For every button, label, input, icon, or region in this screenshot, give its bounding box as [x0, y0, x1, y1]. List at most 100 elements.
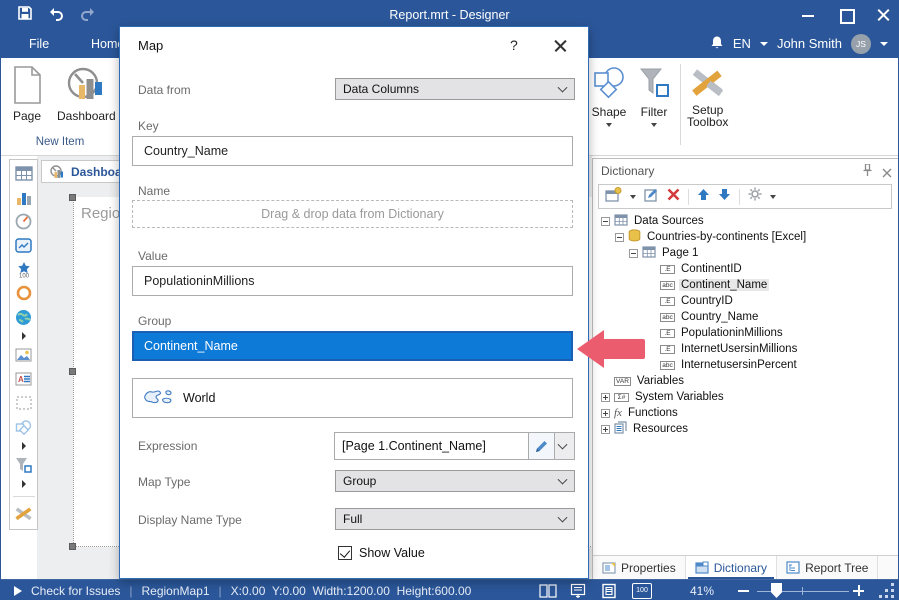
- expression-dropdown-button[interactable]: [554, 433, 574, 459]
- progress-element-icon[interactable]: [14, 284, 34, 302]
- settings-gear-icon[interactable]: [748, 187, 762, 206]
- filter-button[interactable]: Filter: [637, 65, 671, 127]
- expression-edit-button[interactable]: [528, 433, 554, 459]
- chart-element-icon[interactable]: [14, 188, 34, 206]
- delete-icon[interactable]: [667, 188, 680, 206]
- zoom-in-button[interactable]: [853, 585, 864, 596]
- indicator-element-icon[interactable]: [14, 236, 34, 254]
- numeric-field-icon: .E: [660, 329, 675, 338]
- new-item-icon[interactable]: [605, 187, 622, 207]
- user-name[interactable]: John Smith: [777, 36, 842, 51]
- tab-file[interactable]: File: [15, 29, 63, 58]
- shape-element-icon[interactable]: [14, 418, 34, 436]
- shape-button[interactable]: Shape: [591, 65, 627, 127]
- tree-item-resources[interactable]: Resources: [597, 421, 895, 437]
- setup-toolbox-icon[interactable]: [14, 505, 34, 523]
- show-value-checkbox-row[interactable]: Show Value: [338, 546, 425, 560]
- map-style-button[interactable]: World: [132, 378, 573, 418]
- new-item-caret-icon[interactable]: [630, 195, 636, 199]
- group-label: Group: [138, 314, 171, 328]
- page-view-icon[interactable]: [601, 583, 619, 599]
- filter-more-caret-icon[interactable]: [14, 480, 34, 488]
- collapse-icon[interactable]: [629, 249, 638, 258]
- selection-handle[interactable]: [69, 368, 76, 375]
- expression-value[interactable]: [Page 1.Continent_Name]: [335, 433, 528, 459]
- gauge-element-icon[interactable]: [14, 212, 34, 230]
- table-icon: [642, 246, 656, 261]
- tree-item-data-sources[interactable]: Data Sources: [597, 213, 895, 229]
- filter-element-icon[interactable]: [14, 456, 34, 474]
- kpi-element-icon[interactable]: 100: [14, 260, 34, 278]
- new-dashboard-button[interactable]: Dashboard: [57, 65, 116, 123]
- pin-icon[interactable]: [863, 164, 872, 179]
- value-input[interactable]: [132, 266, 573, 296]
- zoom-slider-thumb[interactable]: [771, 583, 782, 598]
- user-menu-caret-icon[interactable]: [880, 42, 888, 46]
- page-delimiters-icon[interactable]: [539, 583, 557, 599]
- dictionary-panel: Dictionary Data Sources: [592, 158, 899, 579]
- map-element-icon[interactable]: [14, 308, 34, 326]
- zoom-slider-track[interactable]: [757, 591, 849, 593]
- check-issues-play-icon[interactable]: [14, 586, 22, 596]
- settings-caret-icon[interactable]: [770, 195, 776, 199]
- resources-icon: [614, 421, 627, 437]
- text-element-icon[interactable]: A: [14, 370, 34, 388]
- minimize-button[interactable]: [801, 8, 815, 22]
- expand-icon[interactable]: [601, 425, 610, 434]
- shape-more-caret-icon[interactable]: [14, 442, 34, 450]
- table-element-icon[interactable]: [14, 164, 34, 182]
- selection-handle[interactable]: [69, 543, 76, 550]
- collapse-icon[interactable]: [615, 233, 624, 242]
- collapse-icon[interactable]: [601, 217, 610, 226]
- language-selector[interactable]: EN: [733, 36, 751, 51]
- string-field-icon: abc: [660, 361, 675, 370]
- display-name-type-select[interactable]: Full: [335, 508, 575, 530]
- expression-field[interactable]: [Page 1.Continent_Name]: [334, 432, 575, 460]
- notifications-bell-icon[interactable]: [710, 35, 724, 53]
- continuous-view-icon[interactable]: [570, 583, 588, 599]
- tab-properties[interactable]: Properties: [593, 556, 686, 579]
- resize-grip[interactable]: [880, 584, 894, 598]
- image-element-icon[interactable]: [14, 346, 34, 364]
- tab-dictionary[interactable]: Dictionary: [686, 556, 777, 579]
- edit-icon[interactable]: [644, 187, 659, 207]
- dialog-help-button[interactable]: ?: [510, 37, 518, 53]
- tree-item-variables[interactable]: VAR Variables: [597, 373, 895, 389]
- more-elements-caret-icon[interactable]: [14, 332, 34, 340]
- expand-icon[interactable]: [601, 393, 610, 402]
- panel-element-icon[interactable]: [14, 394, 34, 412]
- zoom-out-button[interactable]: [738, 590, 749, 592]
- zoom-100-icon[interactable]: 100: [632, 583, 652, 599]
- selection-handle[interactable]: [69, 194, 76, 201]
- avatar[interactable]: JS: [851, 34, 871, 54]
- map-type-select[interactable]: Group: [335, 470, 575, 492]
- language-caret-icon[interactable]: [760, 42, 768, 46]
- tab-report-tree[interactable]: Report Tree: [777, 556, 878, 579]
- tree-item-functions[interactable]: fx Functions: [597, 405, 895, 421]
- name-drop-zone[interactable]: Drag & drop data from Dictionary: [132, 200, 573, 228]
- tree-item-continent-name[interactable]: abc Continent_Name: [597, 277, 895, 293]
- tree-item-excel-source[interactable]: Countries-by-continents [Excel]: [597, 229, 895, 245]
- new-page-button[interactable]: Page: [10, 65, 44, 123]
- move-down-icon[interactable]: [718, 188, 731, 206]
- panel-close-icon[interactable]: [882, 167, 892, 177]
- undo-icon[interactable]: [47, 5, 65, 26]
- key-input[interactable]: [132, 136, 573, 166]
- close-button[interactable]: [877, 9, 890, 22]
- move-up-icon[interactable]: [697, 188, 710, 206]
- tree-item-page-1[interactable]: Page 1: [597, 245, 895, 261]
- map-dialog: Map ? Data from Data Columns Key Name Dr…: [119, 26, 589, 579]
- maximize-button[interactable]: [839, 8, 853, 22]
- data-from-select[interactable]: Data Columns: [335, 78, 575, 100]
- save-icon[interactable]: [17, 5, 33, 26]
- tree-item-country-name[interactable]: abc Country_Name: [597, 309, 895, 325]
- show-value-checkbox[interactable]: [338, 546, 352, 560]
- tree-item-continentid[interactable]: .E ContinentID: [597, 261, 895, 277]
- tree-item-system-variables[interactable]: Σ# System Variables: [597, 389, 895, 405]
- group-input-selected[interactable]: Continent_Name: [132, 331, 573, 361]
- redo-icon[interactable]: [79, 5, 97, 26]
- expand-icon[interactable]: [601, 409, 610, 418]
- setup-toolbox-button[interactable]: Setup Toolbox: [687, 65, 728, 125]
- check-for-issues[interactable]: Check for Issues: [31, 584, 120, 598]
- tree-item-countryid[interactable]: .E CountryID: [597, 293, 895, 309]
